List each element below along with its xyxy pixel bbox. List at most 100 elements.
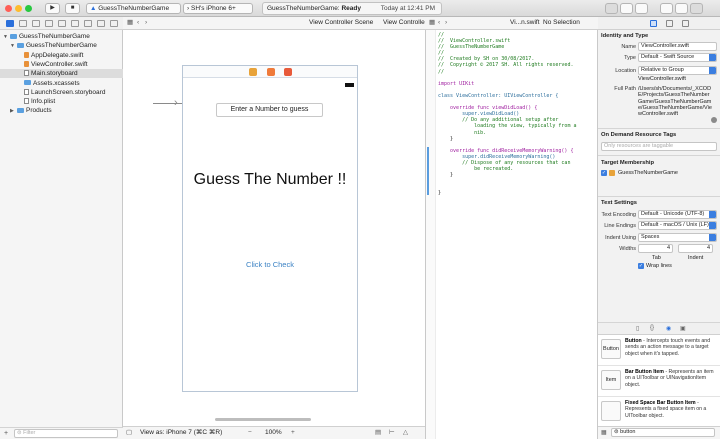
navigator-item[interactable]: ▼ GuessTheNumberGame <box>0 32 123 41</box>
device-selector[interactable]: › SH's iPhone 6+ <box>183 3 253 14</box>
quick-help-tab[interactable] <box>666 20 673 27</box>
object-library-icon[interactable]: ◉ <box>666 325 671 332</box>
check-button[interactable]: Click to Check <box>183 260 357 269</box>
navigator-item[interactable]: ▼ GuessTheNumberGame <box>0 41 123 50</box>
zoom-window-button[interactable] <box>25 5 32 12</box>
arrow-head-icon: › <box>174 97 178 109</box>
find-navigator-tab[interactable] <box>45 20 53 27</box>
navigator-item[interactable]: ▶ Products <box>0 106 123 115</box>
status-state: Ready <box>341 5 361 12</box>
grid-icon[interactable]: ▦ <box>127 17 133 29</box>
code-snippet-icon[interactable]: {} <box>650 325 654 331</box>
breakpoint-navigator-tab[interactable] <box>97 20 105 27</box>
library-item-icon: Item <box>601 370 621 390</box>
close-window-button[interactable] <box>5 5 12 12</box>
stop-button[interactable]: ■ <box>65 3 80 14</box>
tab-width-field[interactable]: 4 <box>638 244 673 253</box>
jumpbar-controller[interactable]: View Controller <box>383 17 425 29</box>
name-field[interactable]: ViewController.swift <box>638 42 717 51</box>
grid-view-icon[interactable]: ▦ <box>601 429 607 436</box>
file-template-icon[interactable]: ▯ <box>636 325 639 332</box>
full-path-label: Full Path <box>614 86 636 92</box>
first-responder-icon[interactable] <box>267 68 275 76</box>
test-navigator-tab[interactable] <box>71 20 79 27</box>
navigator-item[interactable]: Main.storyboard <box>0 69 123 79</box>
back-arrow-icon[interactable]: ‹ <box>137 17 139 29</box>
report-navigator-tab[interactable] <box>110 20 118 27</box>
forward-arrow-icon[interactable]: › <box>445 17 447 29</box>
version-editor-button[interactable] <box>635 3 648 14</box>
add-icon[interactable]: + <box>4 430 8 437</box>
navigator-item-label: Assets.xcassets <box>33 79 80 87</box>
back-arrow-icon[interactable]: ‹ <box>438 17 440 29</box>
project-navigator-tab[interactable] <box>6 20 14 27</box>
navigator-item[interactable]: Info.plist <box>0 97 123 106</box>
guess-label-field[interactable]: Enter a Number to guess <box>216 103 323 117</box>
symbol-navigator-tab[interactable] <box>32 20 40 27</box>
zoom-out-icon[interactable]: − <box>248 427 252 439</box>
wrap-lines-checkbox[interactable]: ✓ <box>638 263 644 269</box>
run-button[interactable]: ▶ <box>45 3 60 14</box>
standard-editor-button[interactable] <box>605 3 618 14</box>
code-editor[interactable]: //// ViewController.swift// GuessTheNumb… <box>425 30 598 439</box>
jumpbar-file[interactable]: Vi...n.swift <box>510 17 540 29</box>
reveal-in-finder-icon[interactable] <box>711 117 717 123</box>
navigator-item[interactable]: Assets.xcassets <box>0 79 123 88</box>
line-endings-popup[interactable]: Default - macOS / Unix (LF) <box>638 221 717 230</box>
target-name: GuessTheNumberGame <box>618 170 678 176</box>
encoding-popup[interactable]: Default - Unicode (UTF-8) <box>638 210 717 219</box>
source-code[interactable]: //// ViewController.swift// GuessTheNumb… <box>438 32 598 197</box>
location-popup[interactable]: Relative to Group <box>638 66 717 75</box>
toggle-debug-button[interactable] <box>675 3 688 14</box>
change-ribbon <box>427 147 429 195</box>
odr-tags-field[interactable]: Only resources are taggable <box>601 142 717 151</box>
view-as-label[interactable]: View as: iPhone 7 (⌘C ⌘R) <box>140 427 222 439</box>
exit-icon[interactable] <box>284 68 292 76</box>
file-inspector-tab[interactable] <box>650 20 657 27</box>
jumpbar-scene[interactable]: View Controller Scene <box>309 17 373 29</box>
indent-width-field[interactable]: 4 <box>678 244 713 253</box>
library-item[interactable]: Button Button - Intercepts touch events a… <box>598 335 720 366</box>
pin-icon[interactable]: ⊢ <box>389 427 395 439</box>
minimize-window-button[interactable] <box>15 5 22 12</box>
navigator-item-label: LaunchScreen.storyboard <box>31 88 106 96</box>
zoom-level[interactable]: 100% <box>265 427 282 439</box>
navigator-item[interactable]: ViewController.swift <box>0 60 123 69</box>
indent-using-popup[interactable]: Spaces <box>638 233 717 242</box>
outline-toggle-icon[interactable]: ▢ <box>126 427 132 439</box>
library-filter-field[interactable]: ⊜ button <box>611 428 715 437</box>
media-library-icon[interactable]: ▣ <box>680 325 686 332</box>
canvas-scrollbar[interactable] <box>215 418 311 421</box>
navigator-filter-field[interactable]: ⊜ Filter <box>14 429 118 438</box>
disclosure-closed-icon[interactable]: ▶ <box>10 107 17 116</box>
navigator-item[interactable]: LaunchScreen.storyboard <box>0 88 123 97</box>
title-label[interactable]: Guess The Number !! <box>183 171 357 189</box>
identity-inspector-tab[interactable] <box>682 20 689 27</box>
toggle-navigator-button[interactable] <box>660 3 673 14</box>
storyboard-canvas[interactable]: › Enter a Number to guess Guess The Numb… <box>123 30 425 426</box>
zoom-in-icon[interactable]: + <box>291 427 295 439</box>
navigator-item[interactable]: AppDelegate.swift <box>0 51 123 60</box>
align-icon[interactable]: ▤ <box>375 427 381 439</box>
library-item[interactable]: Item Bar Button Item - Represents an item… <box>598 366 720 397</box>
jumpbar-selection[interactable]: No Selection <box>543 17 580 29</box>
folder-icon <box>17 108 24 114</box>
view-controller-icon[interactable] <box>249 68 257 76</box>
swift-icon <box>24 61 29 68</box>
forward-arrow-icon[interactable]: › <box>145 17 147 29</box>
type-popup[interactable]: Default - Swift Source <box>638 53 717 62</box>
xcode-window: ▶ ■ ▲ GuessTheNumberGame › SH's iPhone 6… <box>0 0 720 439</box>
assistant-editor-button[interactable] <box>620 3 633 14</box>
library-item[interactable]: Fixed Space Bar Button Item - Represents… <box>598 397 720 427</box>
toggle-utilities-button[interactable] <box>690 3 703 14</box>
resolve-icon[interactable]: △ <box>403 427 408 439</box>
separator: - <box>695 400 699 406</box>
view-controller-scene[interactable]: Enter a Number to guess Guess The Number… <box>182 65 358 392</box>
source-control-tab[interactable] <box>19 20 27 27</box>
issue-navigator-tab[interactable] <box>58 20 66 27</box>
filter-icon: ⊜ <box>17 430 22 436</box>
related-items-icon[interactable]: ▦ <box>429 17 435 29</box>
debug-navigator-tab[interactable] <box>84 20 92 27</box>
scheme-selector[interactable]: ▲ GuessTheNumberGame <box>86 3 181 14</box>
target-checkbox[interactable]: ✓ <box>601 170 607 176</box>
